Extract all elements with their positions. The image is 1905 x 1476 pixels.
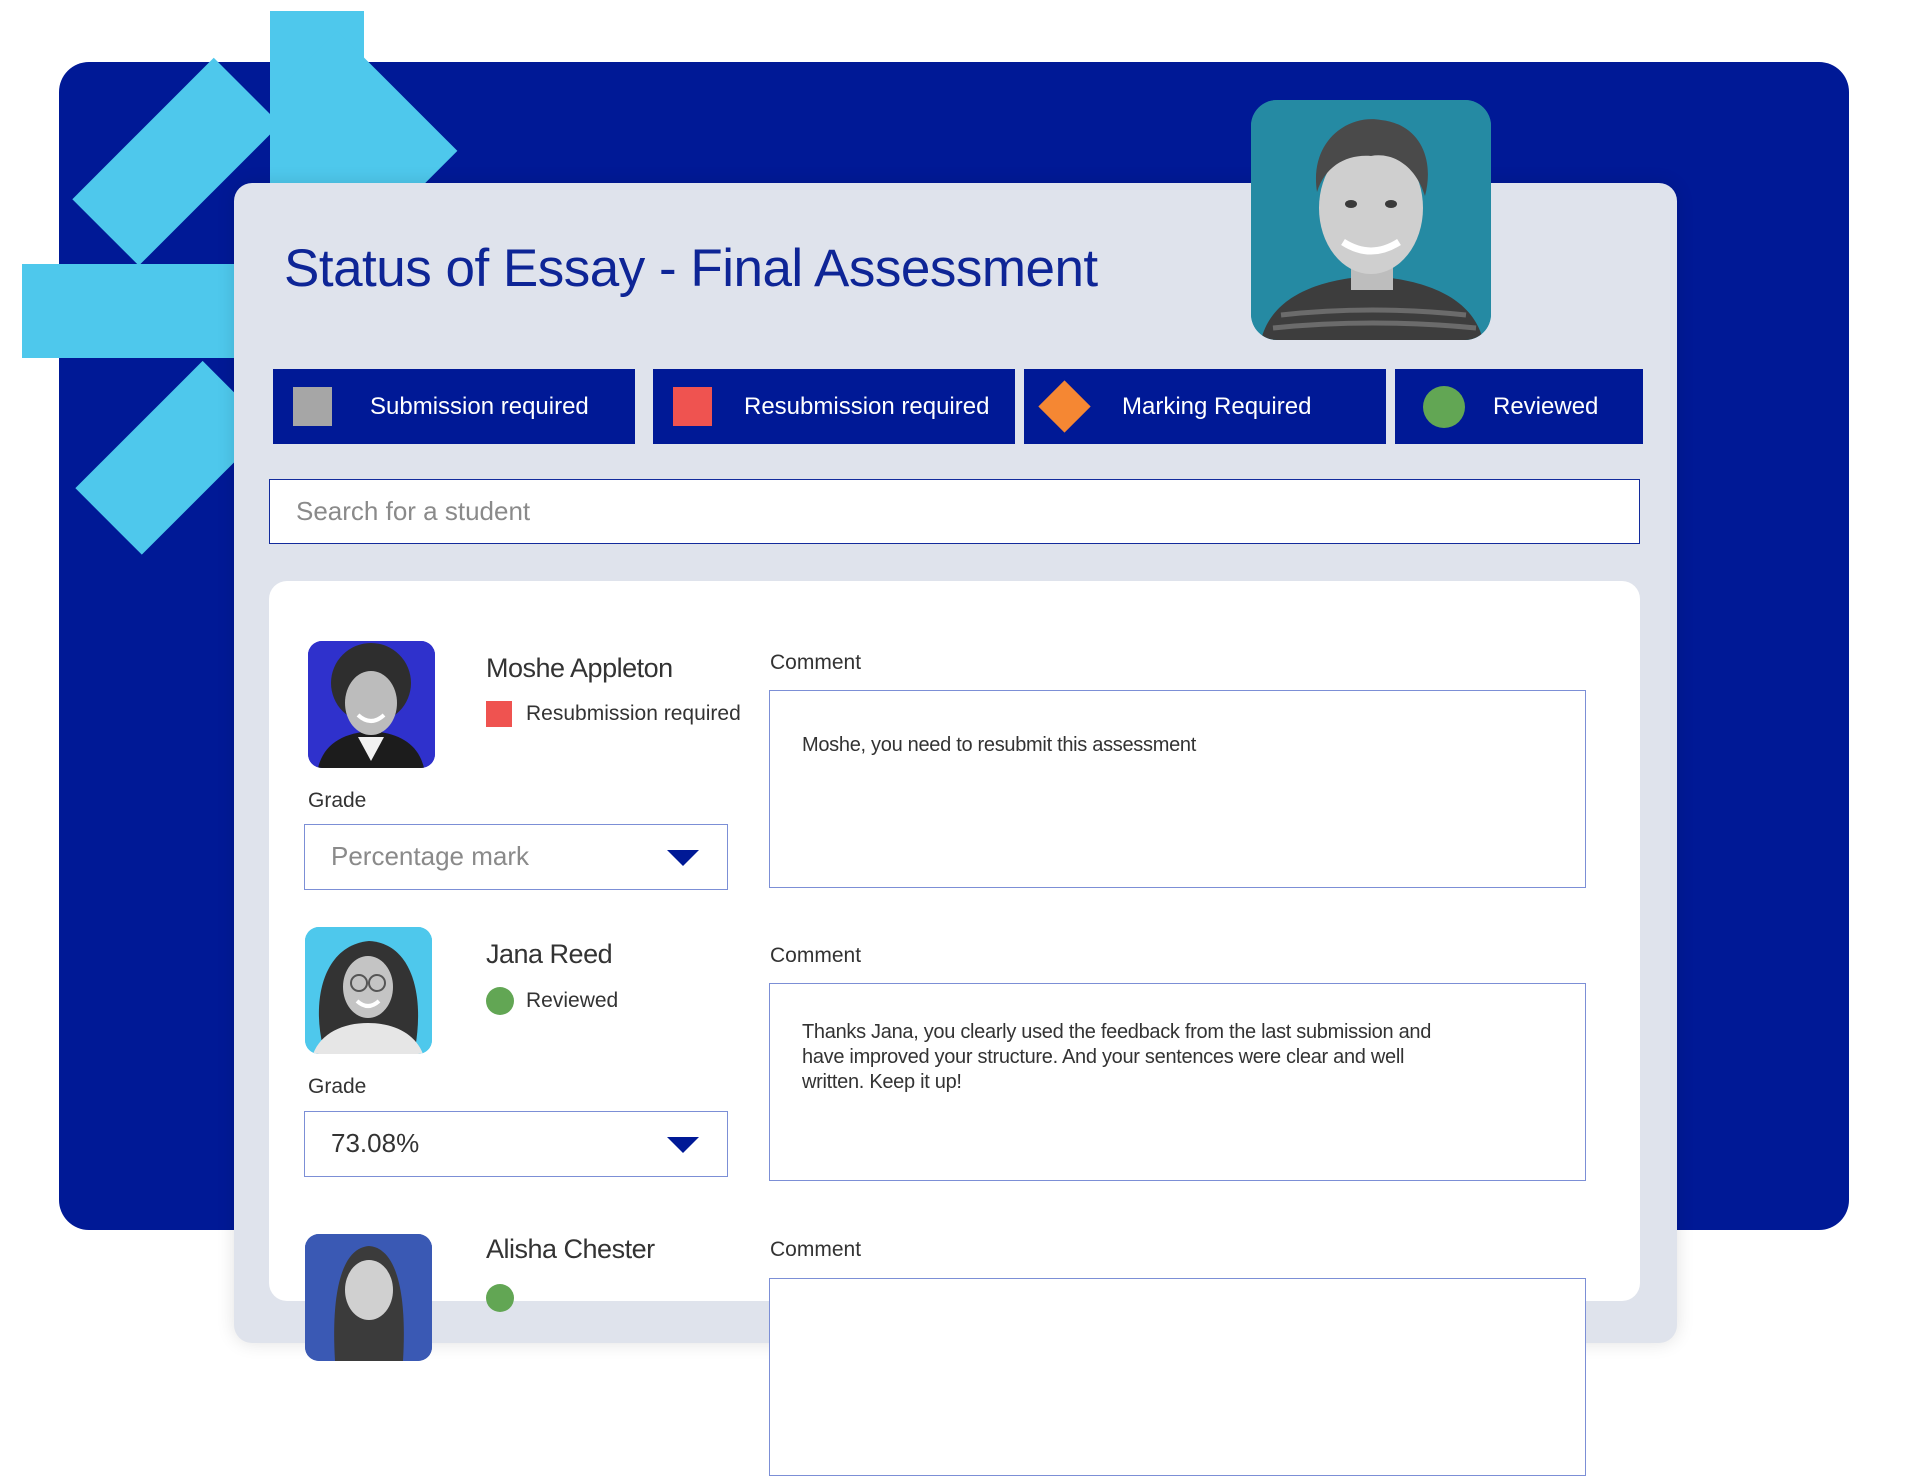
red-square-icon bbox=[486, 701, 512, 727]
legend-label: Reviewed bbox=[1493, 392, 1599, 420]
status-label: Reviewed bbox=[526, 989, 619, 1012]
comment-field[interactable]: Thanks Jana, you clearly used the feedba… bbox=[769, 983, 1586, 1181]
chevron-down-icon[interactable] bbox=[667, 1137, 699, 1153]
grade-dropdown[interactable]: Percentage mark bbox=[304, 824, 728, 890]
grade-placeholder: Percentage mark bbox=[331, 841, 529, 871]
green-circle-icon bbox=[486, 987, 514, 1015]
comment-text: Moshe, you need to resubmit this assessm… bbox=[802, 734, 1196, 756]
legend-reviewed[interactable]: Reviewed bbox=[1395, 369, 1643, 444]
page-title: Status of Essay - Final Assessment bbox=[284, 239, 1098, 298]
avatar-image bbox=[305, 927, 432, 1054]
status-badge: Reviewed bbox=[486, 987, 618, 1015]
avatar-image bbox=[305, 1234, 432, 1361]
green-circle-icon bbox=[1423, 386, 1465, 428]
legend-submission-required[interactable]: Submission required bbox=[273, 369, 635, 444]
student-name: Jana Reed bbox=[486, 939, 613, 969]
legend-label: Marking Required bbox=[1122, 392, 1312, 420]
avatar bbox=[305, 1234, 432, 1361]
student-name: Moshe Appleton bbox=[486, 653, 673, 683]
student-list: Moshe Appleton Resubmission required Gra… bbox=[269, 581, 1640, 1476]
teacher-profile-photo[interactable] bbox=[1251, 100, 1491, 340]
chevron-down-icon[interactable] bbox=[667, 850, 699, 866]
teacher-photo-image bbox=[1251, 100, 1491, 340]
grade-label: Grade bbox=[308, 1075, 367, 1098]
comment-label: Comment bbox=[770, 1238, 862, 1261]
comment-field[interactable]: Moshe, you need to resubmit this assessm… bbox=[769, 690, 1586, 888]
status-badge: Resubmission required bbox=[486, 701, 741, 727]
grade-value: 73.08% bbox=[331, 1128, 420, 1158]
orange-diamond-icon bbox=[1038, 380, 1091, 433]
green-circle-icon bbox=[486, 1284, 514, 1312]
comment-text: Thanks Jana, you clearly used the feedba… bbox=[802, 1021, 1432, 1093]
search-input[interactable] bbox=[269, 479, 1640, 544]
comment-field[interactable] bbox=[769, 1278, 1586, 1476]
grade-label: Grade bbox=[308, 789, 367, 812]
legend-label: Submission required bbox=[370, 392, 589, 420]
status-label: Resubmission required bbox=[526, 702, 741, 725]
grey-square-icon bbox=[293, 387, 332, 426]
avatar-image bbox=[308, 641, 435, 768]
comment-label: Comment bbox=[770, 944, 862, 967]
legend-label: Resubmission required bbox=[744, 392, 990, 420]
student-name: Alisha Chester bbox=[486, 1234, 655, 1264]
comment-label: Comment bbox=[770, 651, 862, 674]
red-square-icon bbox=[673, 387, 712, 426]
avatar bbox=[308, 641, 435, 768]
avatar bbox=[305, 927, 432, 1054]
status-badge bbox=[486, 1284, 526, 1312]
legend-resubmission-required[interactable]: Resubmission required bbox=[653, 369, 1015, 444]
grade-dropdown[interactable]: 73.08% bbox=[304, 1111, 728, 1177]
legend-marking-required[interactable]: Marking Required bbox=[1024, 369, 1386, 444]
